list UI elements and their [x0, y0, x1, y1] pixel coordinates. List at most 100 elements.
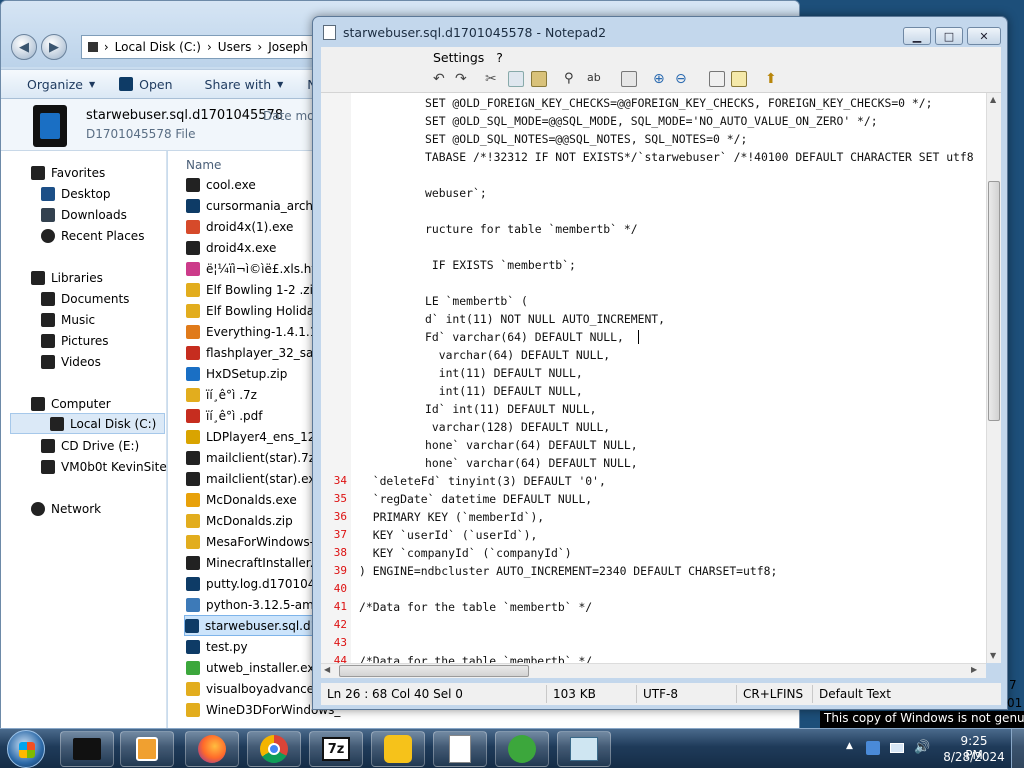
- breadcrumb-local-disk[interactable]: Local Disk (C:): [115, 40, 201, 54]
- maximize-button[interactable]: □: [935, 27, 963, 45]
- menu-settings[interactable]: Settings: [433, 50, 484, 65]
- copy-icon[interactable]: [508, 71, 524, 87]
- taskbar-media-player[interactable]: [120, 731, 174, 767]
- organize-button[interactable]: Organize ▼: [1, 72, 107, 96]
- taskbar-chrome[interactable]: [247, 731, 301, 767]
- file-icon: [186, 408, 200, 423]
- vertical-scroll-thumb[interactable]: [988, 181, 1000, 421]
- code-line: SET @OLD_SQL_MODE=@@SQL_MODE, SQL_MODE='…: [425, 114, 878, 128]
- line-number-gutter: 34 35 36 37 38 39 40 41 42 43 44: [321, 93, 351, 663]
- status-scheme[interactable]: Default Text: [813, 685, 897, 703]
- organize-label: Organize: [27, 76, 83, 92]
- start-button[interactable]: [7, 730, 45, 768]
- dropdown-arrow-icon: ▼: [89, 79, 96, 89]
- nav-recent-places[interactable]: Recent Places: [1, 225, 167, 246]
- nav-label: Libraries: [51, 270, 103, 285]
- nav-videos[interactable]: Videos: [1, 351, 167, 372]
- nav-favorites[interactable]: Favorites: [1, 162, 167, 183]
- code-line: KEY `companyId` (`companyId`): [359, 546, 572, 560]
- taskbar-utorrent[interactable]: [495, 731, 549, 767]
- file-name: cool.exe: [206, 177, 256, 192]
- undo-icon[interactable]: ↶: [433, 71, 449, 87]
- status-line-endings[interactable]: CR+LF: [737, 685, 783, 703]
- code-line: int(11) DEFAULT NULL,: [425, 366, 583, 380]
- show-desktop-button[interactable]: [1011, 729, 1024, 768]
- customize-scheme-icon[interactable]: [731, 71, 747, 87]
- minimize-button[interactable]: ▁: [903, 27, 931, 45]
- nav-local-disk[interactable]: Local Disk (C:): [10, 413, 165, 434]
- vertical-scrollbar[interactable]: ▲ ▼: [986, 93, 1001, 663]
- forward-button[interactable]: ▶: [41, 34, 67, 60]
- clock-date[interactable]: 8/28/2024: [942, 750, 1006, 764]
- run-icon[interactable]: ⬆: [765, 71, 781, 87]
- nav-downloads[interactable]: Downloads: [1, 204, 167, 225]
- scheme-icon[interactable]: [709, 71, 725, 87]
- status-encoding[interactable]: UTF-8: [637, 685, 737, 703]
- horizontal-scroll-thumb[interactable]: [339, 665, 529, 677]
- file-icon: [186, 240, 200, 255]
- taskbar-7zip[interactable]: 7z: [309, 731, 363, 767]
- taskbar-app-book[interactable]: [557, 731, 611, 767]
- column-header-name[interactable]: Name: [186, 158, 221, 172]
- tray-icon-2[interactable]: [890, 743, 904, 753]
- tray-expand-icon[interactable]: ▲: [846, 741, 853, 751]
- code-line: `regDate` datetime DEFAULT NULL,: [359, 492, 593, 506]
- back-arrow-icon: ◀: [19, 39, 29, 55]
- scroll-up-arrow-icon[interactable]: ▲: [990, 95, 996, 104]
- taskbar-notepad[interactable]: [433, 731, 487, 767]
- close-button[interactable]: ✕: [967, 27, 1001, 45]
- menu-help[interactable]: ?: [496, 50, 503, 65]
- back-button[interactable]: ◀: [11, 34, 37, 60]
- 7zip-icon: 7z: [322, 737, 350, 761]
- zoom-out-icon[interactable]: ⊖: [675, 71, 691, 87]
- share-with-button[interactable]: Share with ▼: [185, 72, 296, 96]
- nav-pictures[interactable]: Pictures: [1, 330, 167, 351]
- nav-music[interactable]: Music: [1, 309, 167, 330]
- address-bar[interactable]: › Local Disk (C:) › Users › Joseph B: [81, 35, 321, 59]
- code-line: TABASE /*!32312 IF NOT EXISTS*/`starwebu…: [425, 150, 974, 164]
- file-icon: [186, 387, 200, 402]
- nav-cd-drive[interactable]: CD Drive (E:): [1, 435, 167, 456]
- code-line: IF EXISTS `membertb`;: [425, 258, 576, 272]
- windows-logo-icon: [19, 742, 35, 758]
- forward-arrow-icon: ▶: [49, 39, 59, 55]
- nav-vm-drive[interactable]: VM0b0t KevinSite: [1, 456, 167, 477]
- nav-libraries[interactable]: Libraries: [1, 267, 167, 288]
- find-icon[interactable]: ⚲: [564, 71, 580, 87]
- file-name: mailclient(star).exe: [206, 471, 323, 486]
- file-name: McDonalds.exe: [206, 492, 297, 507]
- replace-icon[interactable]: ab: [587, 71, 603, 87]
- zoom-in-icon[interactable]: ⊕: [653, 71, 669, 87]
- nav-documents[interactable]: Documents: [1, 288, 167, 309]
- taskbar-firefox[interactable]: [185, 731, 239, 767]
- scroll-down-arrow-icon[interactable]: ▼: [990, 651, 996, 660]
- code-editor[interactable]: 34 35 36 37 38 39 40 41 42 43 44 SET @OLD_FOREIGN_…: [321, 93, 986, 663]
- file-icon: [186, 366, 200, 381]
- nav-computer[interactable]: Computer: [1, 393, 167, 414]
- scroll-left-arrow-icon[interactable]: ◀: [324, 665, 330, 674]
- tray-icon-1[interactable]: [866, 741, 880, 755]
- redo-icon[interactable]: ↷: [455, 71, 471, 87]
- nav-desktop[interactable]: Desktop: [1, 183, 167, 204]
- documents-icon: [41, 291, 55, 306]
- code-line: ) ENGINE=ndbcluster AUTO_INCREMENT=2340 …: [359, 564, 778, 578]
- details-file-type: D1701045578 File: [86, 127, 196, 141]
- line-number: 41: [333, 600, 347, 613]
- cut-icon[interactable]: ✂: [485, 71, 501, 87]
- line-number: 36: [333, 510, 347, 523]
- breadcrumb-separator-icon: ›: [103, 40, 109, 54]
- nav-network[interactable]: Network: [1, 498, 167, 519]
- taskbar-app-yellow[interactable]: [371, 731, 425, 767]
- paste-icon[interactable]: [531, 71, 547, 87]
- app-icon: [384, 735, 412, 763]
- breadcrumb-users[interactable]: Users: [218, 40, 252, 54]
- horizontal-scrollbar[interactable]: ◀ ▶: [321, 663, 986, 678]
- file-icon: [186, 282, 200, 297]
- open-button[interactable]: Open: [107, 72, 184, 96]
- goto-icon[interactable]: [621, 71, 637, 87]
- music-icon: [41, 312, 55, 327]
- taskbar-app-1[interactable]: [60, 731, 114, 767]
- code-line: hone` varchar(64) DEFAULT NULL,: [425, 438, 638, 452]
- volume-icon[interactable]: 🔊: [914, 740, 930, 755]
- scroll-right-arrow-icon[interactable]: ▶: [971, 665, 977, 674]
